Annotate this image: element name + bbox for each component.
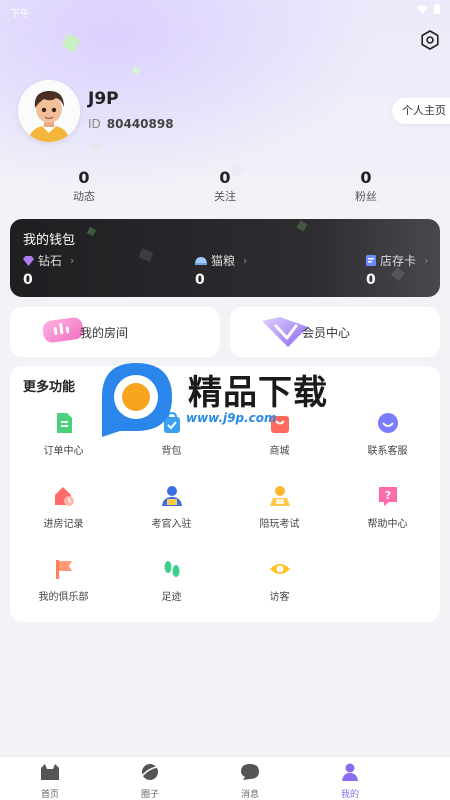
- feature-footprint[interactable]: 足迹: [118, 558, 225, 603]
- status-bar: 下午: [0, 0, 450, 22]
- feature-label: 帮助中心: [367, 519, 408, 530]
- visitor-icon: [269, 564, 290, 574]
- feature-help-center[interactable]: ? 帮助中心: [334, 485, 441, 530]
- tab-messages[interactable]: 消息: [220, 763, 280, 800]
- my-room-card[interactable]: 我的房间: [10, 307, 220, 357]
- user-id-label: ID: [88, 117, 101, 131]
- diamond-icon: [23, 255, 34, 266]
- stat-value: 0: [219, 168, 231, 187]
- vip-center-card[interactable]: 会员中心: [230, 307, 440, 357]
- settings-button[interactable]: [418, 28, 442, 52]
- stat-fans[interactable]: 0 粉丝: [316, 168, 416, 205]
- confetti-decoration: [138, 248, 154, 262]
- feature-room-record[interactable]: 进房记录: [10, 485, 117, 530]
- watermark-text: 精品下载: [188, 373, 328, 413]
- wallet-item-diamond[interactable]: 钻石 › 0: [23, 252, 74, 288]
- feature-label: 进房记录: [43, 519, 84, 530]
- cat-food-icon: [195, 257, 207, 265]
- wallet-item-label: 猫粮: [211, 254, 236, 268]
- feature-label: 背包: [161, 446, 182, 457]
- tab-mine[interactable]: 我的: [320, 763, 380, 800]
- stat-value: 0: [360, 168, 372, 187]
- settings-icon: [421, 30, 439, 50]
- tab-label: 我的: [340, 790, 359, 800]
- watermark: 精品下载 www.j9p.com: [98, 357, 358, 442]
- examiner-icon: [161, 486, 182, 506]
- avatar-image: [18, 80, 80, 142]
- bottom-tab-bar: 首页 圈子 消息 我的: [0, 756, 450, 800]
- watermark-logo-icon: [102, 363, 172, 437]
- tab-label: 首页: [40, 790, 59, 800]
- feature-my-club[interactable]: 我的俱乐部: [10, 558, 117, 603]
- planet-icon: [140, 764, 160, 780]
- personal-homepage-button[interactable]: 个人主页: [392, 98, 450, 124]
- club-icon: [55, 560, 72, 579]
- stat-value: 0: [78, 168, 90, 187]
- stat-label: 关注: [214, 190, 236, 203]
- message-icon: [241, 764, 259, 780]
- order-icon: [56, 413, 72, 433]
- wallet-card[interactable]: 我的钱包 钻石 › 0 猫粮 › 0 店存卡 › 0: [10, 219, 440, 297]
- feature-exam[interactable]: 陪玩考试: [226, 485, 333, 530]
- room-record-icon: [54, 487, 74, 506]
- wallet-item-value: 0: [23, 272, 33, 288]
- user-id-value: 80440898: [106, 117, 174, 131]
- stat-label: 动态: [73, 190, 95, 203]
- feature-label: 陪玩考试: [259, 519, 300, 530]
- stat-following[interactable]: 0 关注: [175, 168, 275, 205]
- feature-label: 我的俱乐部: [38, 592, 89, 603]
- watermark-url: www.j9p.com: [186, 411, 277, 425]
- feature-label: 足迹: [161, 592, 182, 603]
- footprint-icon: [164, 561, 179, 577]
- avatar[interactable]: [18, 80, 80, 142]
- wallet-title: 我的钱包: [23, 233, 76, 248]
- customer-service-icon: [377, 413, 398, 433]
- feature-label: 商城: [269, 446, 290, 457]
- wallet-item-cat-food[interactable]: 猫粮 › 0: [195, 252, 247, 288]
- feature-examiner[interactable]: 考官入驻: [118, 485, 225, 530]
- chevron-right-icon: ›: [70, 254, 75, 267]
- wallet-item-label: 店存卡: [380, 254, 417, 268]
- tab-circle[interactable]: 圈子: [120, 763, 180, 800]
- chevron-right-icon: ›: [424, 254, 429, 267]
- help-icon: ?: [378, 487, 397, 506]
- confetti-decoration: [86, 226, 97, 237]
- vip-center-label: 会员中心: [302, 326, 351, 340]
- tab-label: 消息: [240, 790, 259, 800]
- stat-label: 粉丝: [355, 190, 377, 203]
- feature-label: 访客: [269, 592, 290, 603]
- feature-label: 订单中心: [43, 446, 84, 457]
- wallet-item-store-card[interactable]: 店存卡 › 0: [366, 252, 428, 288]
- store-card-icon: [366, 255, 376, 266]
- wifi-icon: [417, 4, 428, 14]
- profile-icon: [342, 763, 358, 781]
- tab-label: 圈子: [140, 790, 159, 800]
- chevron-right-icon: ›: [243, 254, 248, 267]
- feature-label: 考官入驻: [151, 519, 192, 530]
- battery-icon: [434, 4, 440, 14]
- stat-posts[interactable]: 0 动态: [34, 168, 134, 205]
- my-room-label: 我的房间: [80, 326, 129, 340]
- exam-icon: [269, 486, 290, 506]
- home-icon: [41, 764, 59, 780]
- status-time: 下午: [10, 9, 30, 20]
- wallet-item-label: 钻石: [38, 254, 63, 268]
- more-functions-title: 更多功能: [23, 380, 76, 395]
- feature-label: 联系客服: [367, 446, 408, 457]
- svg-text:?: ?: [384, 489, 390, 502]
- username: J9P: [88, 89, 119, 109]
- user-id: ID 80440898: [88, 117, 174, 131]
- status-icons: [417, 4, 440, 14]
- confetti-decoration: [296, 220, 308, 232]
- wallet-item-value: 0: [366, 272, 376, 288]
- wallet-item-value: 0: [195, 272, 205, 288]
- stats-row: 0 动态 0 关注 0 粉丝: [0, 168, 450, 208]
- tab-home[interactable]: 首页: [20, 763, 80, 800]
- feature-visitor[interactable]: 访客: [226, 558, 333, 603]
